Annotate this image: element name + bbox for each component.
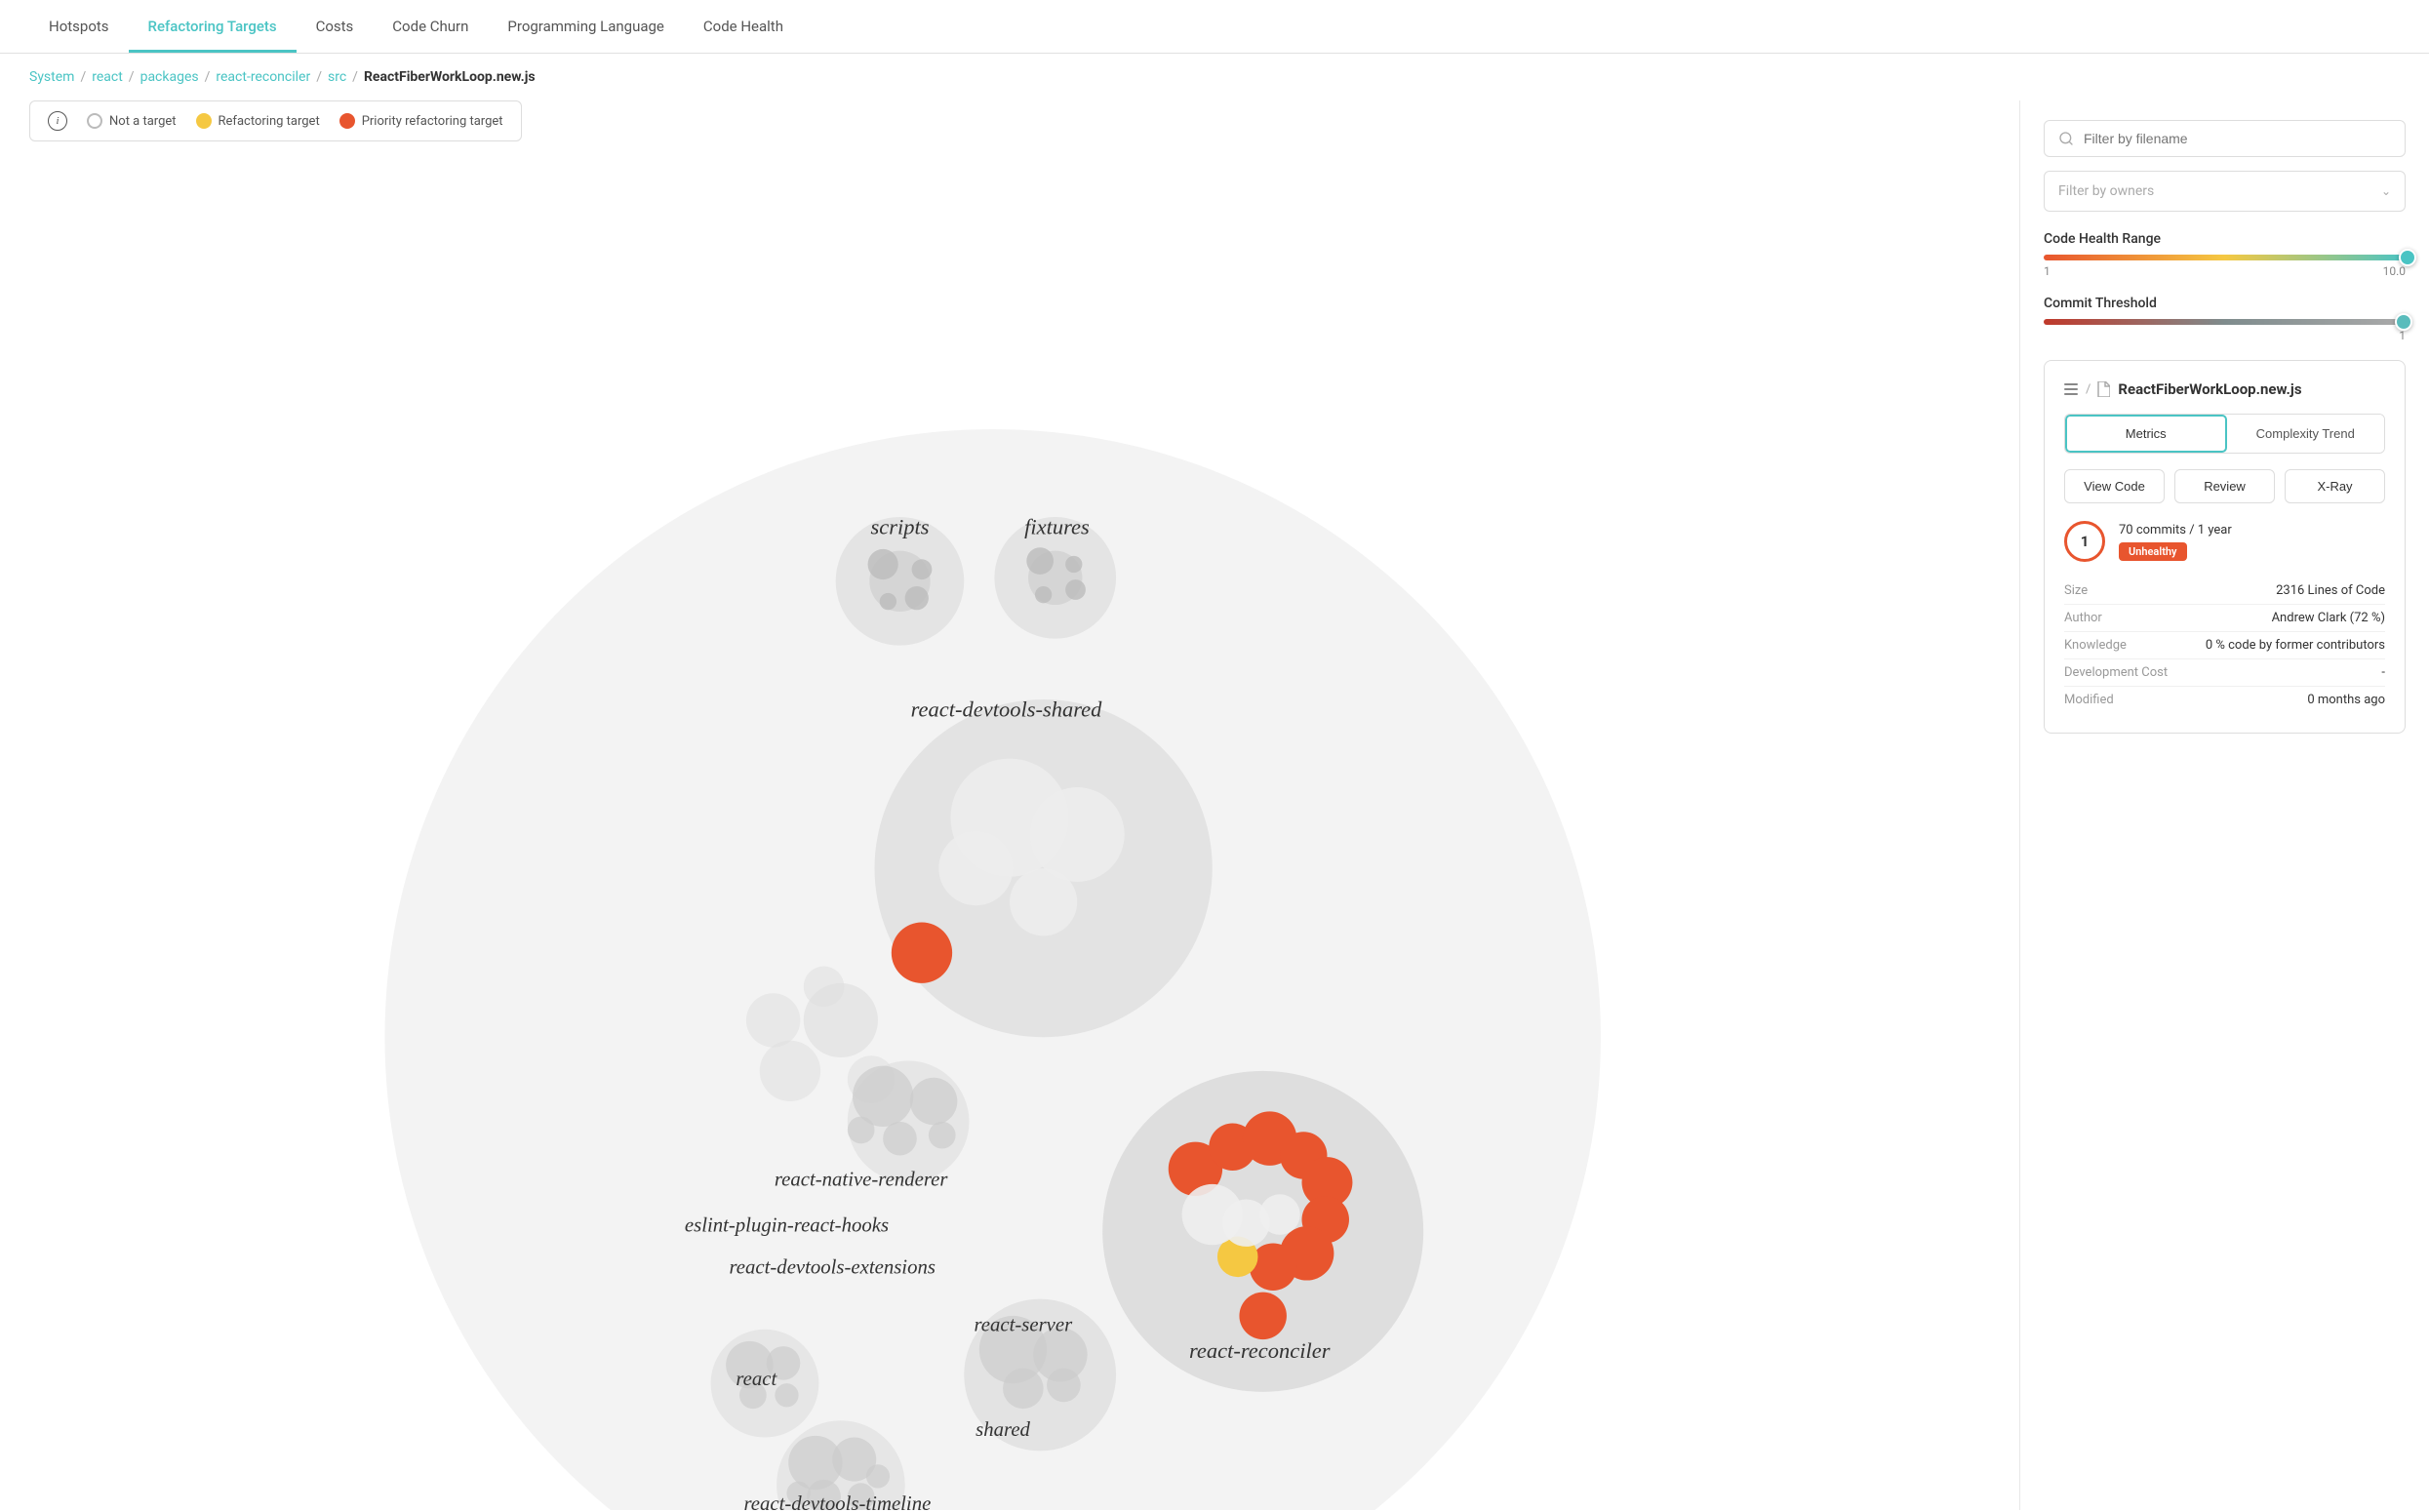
nav-programminglang[interactable]: Programming Language xyxy=(488,0,683,53)
commits-text: 70 commits / 1 year xyxy=(2119,523,2385,537)
metrics-val-author: Andrew Clark (72 %) xyxy=(2272,611,2385,625)
health-range-values: 1 10.0 xyxy=(2044,264,2406,278)
svg-text:react-server: react-server xyxy=(974,1313,1073,1335)
health-score: 1 xyxy=(2064,521,2105,562)
viz-svg: scripts fixtures react-devtools-shared r… xyxy=(0,159,2019,1510)
nav-codehealth[interactable]: Code Health xyxy=(684,0,803,53)
filter-owners-dropdown[interactable]: Filter by owners ⌄ xyxy=(2044,171,2406,212)
legend-label-refactoring: Refactoring target xyxy=(219,114,320,129)
legend-label-priority: Priority refactoring target xyxy=(362,114,503,129)
svg-text:react-reconciler: react-reconciler xyxy=(1189,1338,1331,1363)
metrics-row-modified: Modified 0 months ago xyxy=(2064,687,2385,713)
legend-dot-yellow xyxy=(196,113,212,129)
metrics-key-devcost: Development Cost xyxy=(2064,665,2168,680)
health-range-thumb[interactable] xyxy=(2399,249,2416,266)
metrics-row-knowledge: Knowledge 0 % code by former contributor… xyxy=(2064,632,2385,659)
detail-card: / ReactFiberWorkLoop.new.js Metrics Comp… xyxy=(2044,360,2406,734)
commit-threshold-label: Commit Threshold xyxy=(2044,296,2406,311)
code-health-range: Code Health Range 1 10.0 xyxy=(2044,231,2406,278)
breadcrumb-src[interactable]: src xyxy=(328,69,346,85)
card-tabs[interactable]: Metrics Complexity Trend xyxy=(2064,414,2385,454)
list-icon xyxy=(2064,382,2080,396)
svg-text:fixtures: fixtures xyxy=(1024,514,1090,538)
health-range-min: 1 xyxy=(2044,264,2051,278)
health-range-max: 10.0 xyxy=(2383,264,2406,278)
health-row: 1 70 commits / 1 year Unhealthy xyxy=(2064,521,2385,562)
metrics-key-size: Size xyxy=(2064,583,2088,598)
main-layout: i Not a target Refactoring target Priori… xyxy=(0,100,2429,1510)
metrics-row-devcost: Development Cost - xyxy=(2064,659,2385,687)
filter-owners-label: Filter by owners xyxy=(2058,183,2154,199)
metrics-table: Size 2316 Lines of Code Author Andrew Cl… xyxy=(2064,577,2385,713)
breadcrumb: System / react / packages / react-reconc… xyxy=(0,54,2429,100)
legend: i Not a target Refactoring target Priori… xyxy=(29,100,522,141)
breadcrumb-react[interactable]: react xyxy=(92,69,123,85)
metrics-row-size: Size 2316 Lines of Code xyxy=(2064,577,2385,605)
metrics-key-knowledge: Knowledge xyxy=(2064,638,2127,653)
review-button[interactable]: Review xyxy=(2174,469,2275,503)
breadcrumb-reconciler[interactable]: react-reconciler xyxy=(216,69,310,85)
svg-text:react: react xyxy=(736,1368,777,1390)
filter-filename-input[interactable] xyxy=(2084,131,2391,146)
legend-priority-target: Priority refactoring target xyxy=(339,113,503,129)
right-panel: Filter by owners ⌄ Code Health Range 1 1… xyxy=(2019,100,2429,1510)
tab-complexity[interactable]: Complexity Trend xyxy=(2227,415,2385,453)
commit-range-thumb[interactable] xyxy=(2395,313,2412,331)
health-range-track[interactable] xyxy=(2044,255,2406,260)
action-buttons: View Code Review X-Ray xyxy=(2064,469,2385,503)
legend-label-not-target: Not a target xyxy=(109,114,177,129)
left-panel: i Not a target Refactoring target Priori… xyxy=(0,100,2019,1510)
unhealthy-badge: Unhealthy xyxy=(2119,542,2187,561)
xray-button[interactable]: X-Ray xyxy=(2285,469,2385,503)
header-breadcrumb-icons: / xyxy=(2064,381,2110,397)
detail-filename: ReactFiberWorkLoop.new.js xyxy=(2118,380,2301,398)
breadcrumb-file: ReactFiberWorkLoop.new.js xyxy=(364,69,536,85)
metrics-val-modified: 0 months ago xyxy=(2307,693,2385,707)
bubble-visualization[interactable]: scripts fixtures react-devtools-shared r… xyxy=(0,159,2019,1510)
legend-dot-empty xyxy=(87,113,102,129)
health-info: 70 commits / 1 year Unhealthy xyxy=(2119,523,2385,561)
metrics-val-size: 2316 Lines of Code xyxy=(2276,583,2385,598)
nav-bar: Hotspots Refactoring Targets Costs Code … xyxy=(0,0,2429,54)
nav-costs[interactable]: Costs xyxy=(297,0,374,53)
filter-filename-container[interactable] xyxy=(2044,120,2406,157)
nav-hotspots[interactable]: Hotspots xyxy=(29,0,129,53)
view-code-button[interactable]: View Code xyxy=(2064,469,2165,503)
svg-text:shared: shared xyxy=(976,1418,1030,1441)
breadcrumb-packages[interactable]: packages xyxy=(140,69,199,85)
commit-range-values: 1 xyxy=(2044,329,2406,342)
nav-codechurn[interactable]: Code Churn xyxy=(373,0,488,53)
commit-range-val-right: 1 xyxy=(2399,329,2406,342)
metrics-val-knowledge: 0 % code by former contributors xyxy=(2206,638,2385,653)
legend-refactoring-target: Refactoring target xyxy=(196,113,320,129)
commit-range-track[interactable] xyxy=(2044,319,2406,325)
commit-threshold: Commit Threshold 1 xyxy=(2044,296,2406,342)
breadcrumb-system[interactable]: System xyxy=(29,69,74,85)
tab-metrics[interactable]: Metrics xyxy=(2065,415,2227,453)
metrics-val-devcost: - xyxy=(2381,665,2385,680)
metrics-row-author: Author Andrew Clark (72 %) xyxy=(2064,605,2385,632)
info-icon[interactable]: i xyxy=(48,111,67,131)
file-icon xyxy=(2096,381,2110,397)
legend-dot-orange xyxy=(339,113,355,129)
svg-text:eslint-plugin-react-hooks: eslint-plugin-react-hooks xyxy=(685,1214,889,1236)
nav-refactoring[interactable]: Refactoring Targets xyxy=(129,0,297,53)
code-health-range-label: Code Health Range xyxy=(2044,231,2406,247)
chevron-down-icon: ⌄ xyxy=(2381,184,2391,198)
svg-text:react-devtools-extensions: react-devtools-extensions xyxy=(729,1256,935,1279)
metrics-key-author: Author xyxy=(2064,611,2102,625)
detail-card-header: / ReactFiberWorkLoop.new.js xyxy=(2064,380,2385,398)
legend-not-target: Not a target xyxy=(87,113,177,129)
svg-text:react-devtools-shared: react-devtools-shared xyxy=(911,696,1103,721)
svg-text:scripts: scripts xyxy=(870,514,929,538)
metrics-key-modified: Modified xyxy=(2064,693,2114,707)
svg-text:react-devtools-timeline: react-devtools-timeline xyxy=(743,1492,931,1510)
svg-text:react-native-renderer: react-native-renderer xyxy=(775,1169,949,1191)
search-icon xyxy=(2058,131,2074,146)
